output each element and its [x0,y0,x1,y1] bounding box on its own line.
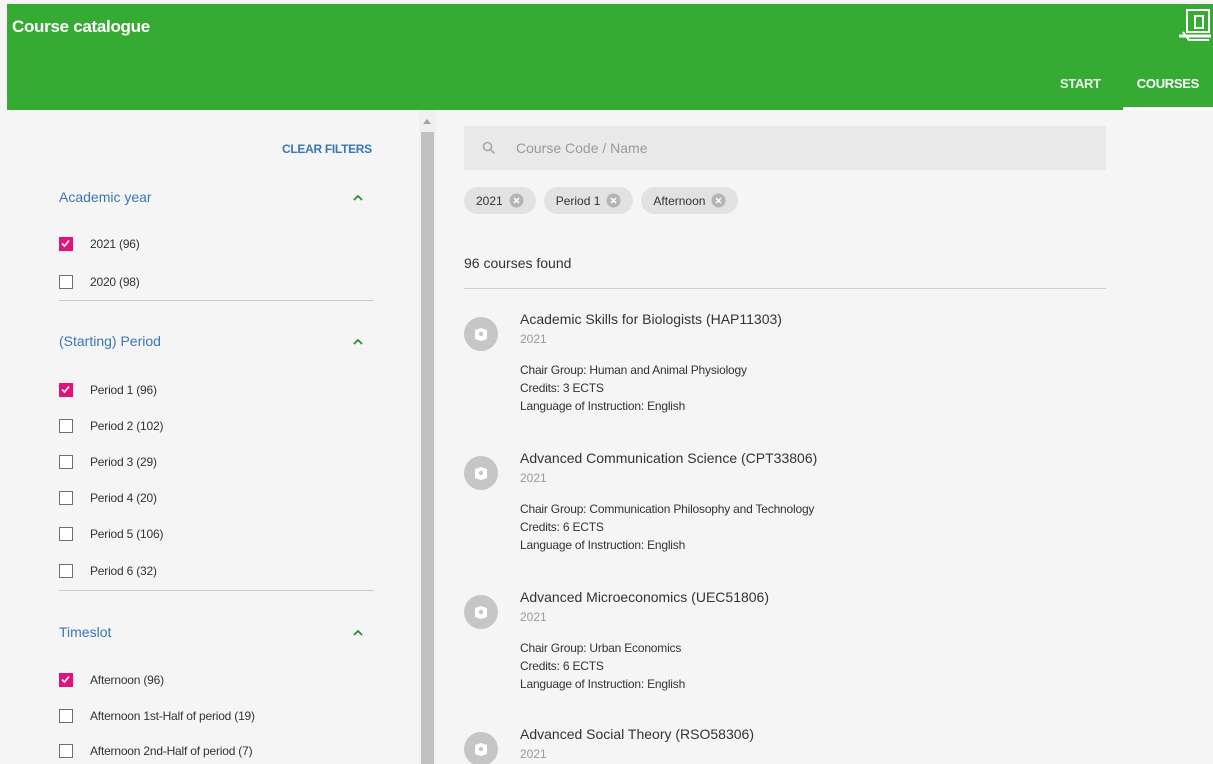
checkbox-unchecked[interactable] [59,564,73,578]
checkbox-checked[interactable] [59,673,73,687]
course-chair-group: Chair Group: Human and Animal Physiology [520,363,747,377]
filter-sidebar: CLEAR FILTERS Academic year 2021 (96) 20… [7,110,419,764]
results-count: 96 courses found [464,255,572,271]
filter-option-period-3[interactable]: Period 3 (29) [59,452,157,472]
course-year: 2021 [520,610,547,624]
course-credits: Credits: 6 ECTS [520,520,604,534]
checkbox-unchecked[interactable] [59,419,73,433]
checkbox-unchecked[interactable] [59,744,73,758]
filter-option-2021[interactable]: 2021 (96) [59,234,140,254]
checkbox-unchecked[interactable] [59,491,73,505]
filter-option-period-5[interactable]: Period 5 (106) [59,524,163,544]
scrollbar-thumb[interactable] [421,132,434,764]
filter-option-label: Period 2 (102) [90,419,164,433]
checkbox-unchecked[interactable] [59,527,73,541]
filter-option-label: 2021 (96) [90,237,140,251]
filter-option-afternoon[interactable]: Afternoon (96) [59,670,164,690]
filter-group-starting-period[interactable]: (Starting) Period [59,330,363,354]
course-language: Language of Instruction: English [520,677,686,691]
course-book-icon[interactable] [464,732,498,764]
course-title[interactable]: Academic Skills for Biologists (HAP11303… [520,311,782,327]
scroll-up-arrow-icon[interactable] [423,119,431,124]
filter-option-label: Period 5 (106) [90,527,164,541]
search-input[interactable] [516,140,1076,156]
filter-option-label: Period 3 (29) [90,455,157,469]
filter-option-period-1[interactable]: Period 1 (96) [59,380,157,400]
clear-filters-button[interactable]: CLEAR FILTERS [282,142,372,156]
filter-divider [59,300,374,301]
filter-divider [59,590,374,591]
filter-option-period-6[interactable]: Period 6 (32) [59,561,157,581]
checkbox-unchecked[interactable] [59,275,73,289]
filter-option-label: Afternoon 2nd-Half of period (7) [90,744,253,758]
filter-option-afternoon-2nd-half[interactable]: Afternoon 2nd-Half of period (7) [59,741,253,761]
filter-chip-label: Period 1 [555,193,601,208]
checkbox-checked[interactable] [59,383,73,397]
search-icon [482,141,496,155]
filter-group-title: Timeslot [59,624,112,640]
checkbox-unchecked[interactable] [59,709,73,723]
course-catalogue-page: Course catalogue START COURSES CLEAR FIL… [0,0,1213,764]
chevron-up-icon[interactable] [352,627,364,639]
course-list-item[interactable]: Advanced Social Theory (RSO58306) 2021 [464,726,1084,764]
course-language: Language of Instruction: English [520,399,686,413]
search-bar[interactable] [464,126,1106,170]
filter-chip-afternoon: Afternoon [641,187,739,214]
nav-tab-start[interactable]: START [1046,56,1123,110]
course-title[interactable]: Advanced Social Theory (RSO58306) [520,726,754,742]
filter-option-label: Period 1 (96) [90,383,157,397]
filter-group-timeslot[interactable]: Timeslot [59,621,363,645]
remove-filter-icon[interactable] [711,193,726,208]
checkbox-checked[interactable] [59,237,73,251]
filter-chip-2021: 2021 [464,187,536,214]
filter-option-period-2[interactable]: Period 2 (102) [59,416,163,436]
filter-option-label: Afternoon 1st-Half of period (19) [90,709,255,723]
course-credits: Credits: 3 ECTS [520,381,604,395]
results-panel: 2021 Period 1 Afternoon 96 courses found… [436,110,1213,764]
filter-option-label: Period 6 (32) [90,564,157,578]
remove-filter-icon[interactable] [509,193,524,208]
checkbox-unchecked[interactable] [59,455,73,469]
filter-option-2020[interactable]: 2020 (98) [59,272,140,292]
chevron-up-icon[interactable] [352,336,364,348]
course-year: 2021 [520,747,547,761]
university-logo-icon[interactable] [1175,4,1213,46]
active-filter-chips: 2021 Period 1 Afternoon [464,187,739,214]
course-chair-group: Chair Group: Communication Philosophy an… [520,502,815,516]
filter-group-academic-year[interactable]: Academic year [59,186,363,210]
course-book-icon[interactable] [464,595,498,629]
filter-option-period-4[interactable]: Period 4 (20) [59,488,157,508]
filter-group-title: Academic year [59,189,152,205]
course-credits: Credits: 6 ECTS [520,659,604,673]
results-divider [464,288,1106,289]
course-book-icon[interactable] [464,456,498,490]
course-language: Language of Instruction: English [520,538,686,552]
filter-group-title: (Starting) Period [59,333,161,349]
chevron-up-icon[interactable] [352,192,364,204]
filter-option-afternoon-1st-half[interactable]: Afternoon 1st-Half of period (19) [59,706,255,726]
main-nav: START COURSES [1046,56,1213,110]
filter-option-label: 2020 (98) [90,275,140,289]
course-year: 2021 [520,332,547,346]
remove-filter-icon[interactable] [606,193,621,208]
filter-chip-label: 2021 [476,193,503,208]
filter-option-label: Period 4 (20) [90,491,157,505]
course-title[interactable]: Advanced Communication Science (CPT33806… [520,450,817,466]
course-book-icon[interactable] [464,317,498,351]
app-title: Course catalogue [12,17,150,36]
app-header: Course catalogue START COURSES [7,4,1213,110]
filter-chip-period-1: Period 1 [543,187,634,214]
sidebar-scrollbar[interactable] [419,110,436,764]
course-year: 2021 [520,471,547,485]
filter-option-label: Afternoon (96) [90,673,164,687]
nav-tab-courses[interactable]: COURSES [1122,56,1213,110]
filter-chip-label: Afternoon [653,193,706,208]
course-title[interactable]: Advanced Microeconomics (UEC51806) [520,589,769,605]
course-chair-group: Chair Group: Urban Economics [520,641,682,655]
